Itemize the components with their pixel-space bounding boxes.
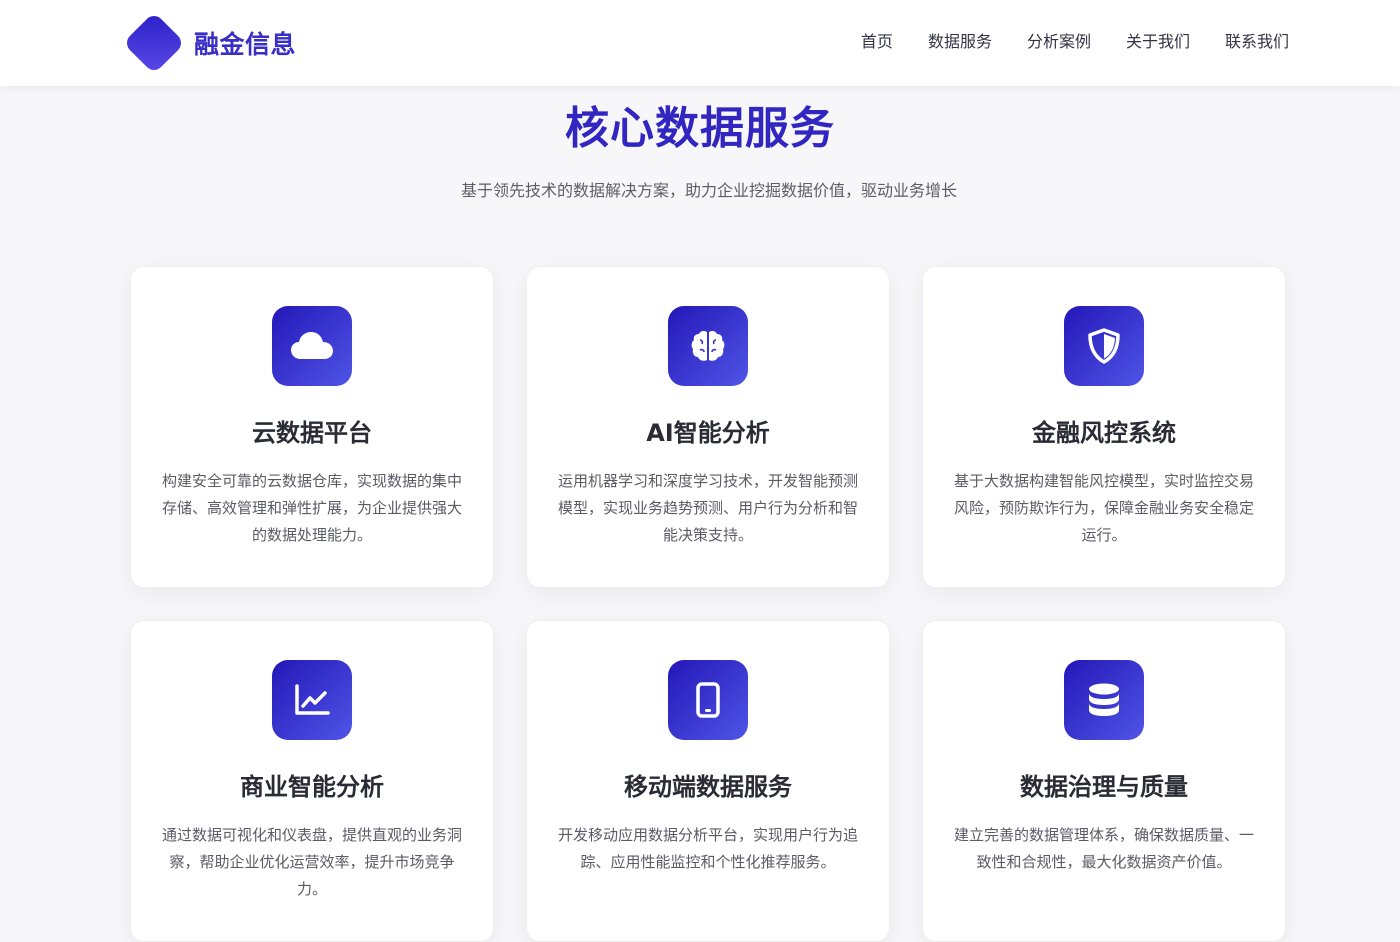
service-card-cloud[interactable]: 云数据平台 构建安全可靠的云数据仓库，实现数据的集中存储、高效管理和弹性扩展，为… [130, 266, 494, 588]
service-description: 构建安全可靠的云数据仓库，实现数据的集中存储、高效管理和弹性扩展，为企业提供强大… [161, 472, 462, 544]
section-subtitle: 基于领先技术的数据解决方案，助力企业挖掘数据价值，驱动业务增长 [460, 181, 957, 200]
brand-logo[interactable]: 融金信息 [122, 11, 297, 75]
service-card-bi[interactable]: 商业智能分析 通过数据可视化和仪表盘，提供直观的业务洞察，帮助企业优化运营效率，… [130, 620, 494, 942]
service-title: 金融风控系统 [1032, 419, 1176, 447]
cloud-icon [272, 306, 352, 386]
service-card-ai[interactable]: AI智能分析 运用机器学习和深度学习技术，开发智能预测模型，实现业务趋势预测、用… [526, 266, 890, 588]
service-description: 建立完善的数据管理体系，确保数据质量、一致性和合规性，最大化数据资产价值。 [953, 826, 1254, 871]
main-nav: 首页 数据服务 分析案例 关于我们 联系我们 [861, 30, 1289, 54]
section-title: 核心数据服务 [565, 103, 835, 154]
database-icon [1064, 660, 1144, 740]
shield-icon [1064, 306, 1144, 386]
service-title: 商业智能分析 [240, 773, 384, 801]
service-description: 通过数据可视化和仪表盘，提供直观的业务洞察，帮助企业优化运营效率，提升市场竞争力… [161, 826, 462, 898]
nav-item-contact[interactable]: 联系我们 [1225, 30, 1289, 54]
nav-item-cases[interactable]: 分析案例 [1027, 30, 1091, 54]
brand-name: 融金信息 [194, 30, 297, 59]
nav-item-about[interactable]: 关于我们 [1126, 30, 1190, 54]
nav-item-data-services[interactable]: 数据服务 [928, 30, 992, 54]
brain-icon [668, 306, 748, 386]
service-title: AI智能分析 [646, 419, 770, 447]
mobile-icon [668, 660, 748, 740]
nav-item-home[interactable]: 首页 [861, 30, 893, 54]
top-navbar: 融金信息 首页 数据服务 分析案例 关于我们 联系我们 [0, 0, 1400, 86]
service-description: 运用机器学习和深度学习技术，开发智能预测模型，实现业务趋势预测、用户行为分析和智… [557, 472, 858, 544]
service-title: 数据治理与质量 [1020, 773, 1188, 801]
service-title: 移动端数据服务 [624, 773, 792, 801]
service-description: 基于大数据构建智能风控模型，实时监控交易风险，预防欺诈行为，保障金融业务安全稳定… [953, 472, 1254, 544]
chart-line-icon [272, 660, 352, 740]
service-card-data-governance[interactable]: 数据治理与质量 建立完善的数据管理体系，确保数据质量、一致性和合规性，最大化数据… [922, 620, 1286, 942]
service-description: 开发移动应用数据分析平台，实现用户行为追踪、应用性能监控和个性化推荐服务。 [557, 826, 858, 871]
service-card-risk-control[interactable]: 金融风控系统 基于大数据构建智能风控模型，实时监控交易风险，预防欺诈行为，保障金… [922, 266, 1286, 588]
services-grid: 云数据平台 构建安全可靠的云数据仓库，实现数据的集中存储、高效管理和弹性扩展，为… [130, 266, 1286, 942]
logo-diamond-icon [122, 11, 186, 75]
service-title: 云数据平台 [252, 419, 372, 447]
service-card-mobile[interactable]: 移动端数据服务 开发移动应用数据分析平台，实现用户行为追踪、应用性能监控和个性化… [526, 620, 890, 942]
